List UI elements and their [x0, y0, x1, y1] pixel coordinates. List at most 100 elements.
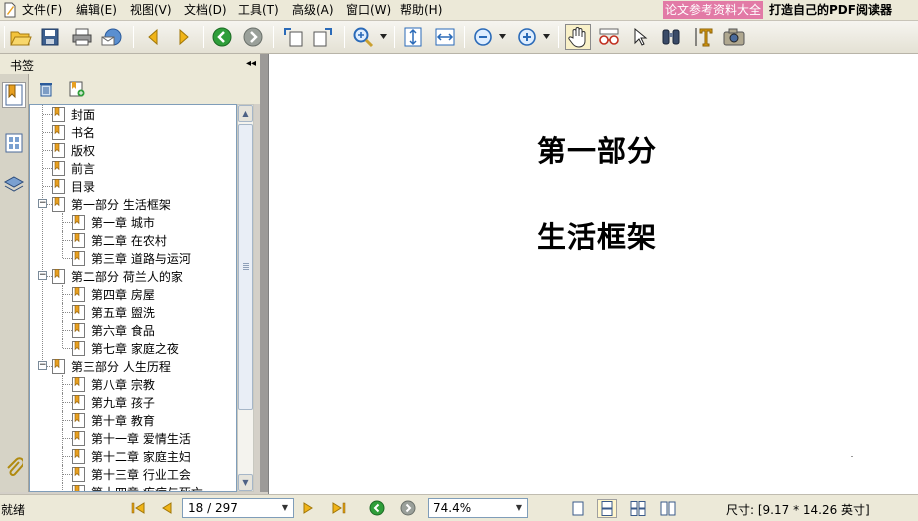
bookmark-icon — [72, 430, 85, 446]
bookmark-subitem[interactable]: 第九章 孩子 — [72, 393, 155, 411]
bookmarks-tab-icon[interactable] — [2, 82, 26, 108]
bookmark-subitem[interactable]: 第七章 家庭之夜 — [72, 339, 179, 357]
bookmark-subitem[interactable]: 第一章 城市 — [72, 213, 155, 231]
bookmark-subitem[interactable]: 第四章 房屋 — [72, 285, 155, 303]
prev-page-icon[interactable] — [159, 500, 175, 516]
menu-view[interactable]: 视图(V) — [130, 3, 172, 18]
hand-tool-icon[interactable] — [565, 24, 591, 50]
bookmark-subitem[interactable]: 第十四章 疾病与死亡 — [72, 483, 203, 491]
bookmark-item[interactable]: 书名 — [52, 123, 95, 141]
promo-link-papers[interactable]: 论文参考资料大全 — [663, 1, 763, 19]
bookmark-label: 第一章 城市 — [91, 215, 155, 230]
go-back-icon[interactable] — [209, 24, 235, 50]
zoom-in-icon[interactable] — [514, 24, 540, 50]
zoom-out-dropdown-icon[interactable] — [499, 34, 506, 39]
scroll-up-icon[interactable]: ▲ — [238, 105, 253, 122]
zoom-dropdown-icon[interactable] — [380, 34, 387, 39]
scroll-down-icon[interactable]: ▼ — [238, 474, 253, 491]
menu-file[interactable]: 文件(F) — [22, 3, 62, 18]
bookmark-icon — [72, 376, 85, 392]
rotate-cw-icon[interactable] — [310, 24, 336, 50]
menu-advanced[interactable]: 高级(A) — [292, 3, 334, 18]
zoom-in-dropdown-icon[interactable] — [543, 34, 550, 39]
facing-view-icon[interactable] — [628, 499, 648, 518]
two-page-view-icon[interactable] — [658, 499, 678, 518]
find-binoculars-icon[interactable] — [658, 24, 684, 50]
snapshot-icon[interactable] — [721, 24, 747, 50]
layers-tab-icon[interactable] — [2, 172, 26, 198]
bookmarks-tree: 封面 书名 版权 前言 目录第一部分 生活框架 − 第一章 城市 第二章 在农村 第三章 道路与… — [29, 104, 237, 492]
bookmark-label: 第八章 宗教 — [91, 377, 155, 392]
open-icon[interactable] — [8, 24, 34, 50]
collapse-toggle-icon[interactable]: − — [38, 271, 47, 280]
collapse-panel-icon[interactable]: ◂◂ — [244, 57, 258, 71]
bookmark-item[interactable]: 封面 — [52, 105, 95, 123]
page-size-text: 尺寸: [9.17 * 14.26 英寸] — [726, 503, 870, 517]
forward-icon[interactable] — [171, 24, 197, 50]
bookmark-subitem[interactable]: 第三章 道路与运河 — [72, 249, 191, 267]
email-icon[interactable] — [99, 24, 125, 50]
thumbnails-tab-icon[interactable] — [2, 130, 26, 156]
next-page-icon[interactable] — [300, 500, 316, 516]
collapse-toggle-icon[interactable]: − — [38, 361, 47, 370]
last-page-icon[interactable] — [331, 500, 347, 516]
text-select-icon[interactable] — [691, 24, 717, 50]
delete-bookmark-icon[interactable] — [37, 80, 55, 98]
promo-link-reader[interactable]: 打造自己的PDF阅读器 — [766, 1, 918, 19]
menu-document[interactable]: 文档(D) — [184, 3, 227, 18]
document-speck — [851, 456, 853, 457]
menu-help[interactable]: 帮助(H) — [400, 3, 442, 18]
zoom-field-dropdown-icon[interactable]: ▼ — [512, 500, 526, 516]
zoom-out-icon[interactable] — [470, 24, 496, 50]
select-arrow-icon[interactable] — [627, 24, 653, 50]
menu-window[interactable]: 窗口(W) — [346, 3, 391, 18]
reading-glasses-icon[interactable] — [596, 24, 622, 50]
bookmark-subitem[interactable]: 第十章 教育 — [72, 411, 155, 429]
go-forward-icon[interactable] — [240, 24, 266, 50]
bookmark-subitem[interactable]: 第二章 在农村 — [72, 231, 167, 249]
bookmark-subitem[interactable]: 第六章 食品 — [72, 321, 155, 339]
status-back-icon[interactable] — [369, 500, 385, 516]
bookmark-item[interactable]: 前言 — [52, 159, 95, 177]
first-page-icon[interactable] — [130, 500, 146, 516]
bookmark-subitem[interactable]: 第十三章 行业工会 — [72, 465, 191, 483]
attachments-tab-icon[interactable] — [2, 454, 26, 480]
fit-page-icon[interactable] — [400, 24, 426, 50]
bookmark-item[interactable]: 目录 — [52, 177, 95, 195]
bookmark-label: 第二章 在农村 — [91, 233, 167, 248]
page-number-field[interactable]: 18 / 297 ▼ — [182, 498, 294, 518]
bookmark-label: 第十一章 爱情生活 — [91, 431, 191, 446]
fit-width-icon[interactable] — [432, 24, 458, 50]
print-icon[interactable] — [69, 24, 95, 50]
status-forward-icon[interactable] — [400, 500, 416, 516]
bookmark-label: 第一部分 生活框架 — [71, 197, 171, 212]
scroll-thumb[interactable] — [238, 124, 253, 410]
collapse-toggle-icon[interactable]: − — [38, 199, 47, 208]
single-page-view-icon[interactable] — [568, 499, 588, 518]
bookmark-item[interactable]: 第二部分 荷兰人的家 — [52, 267, 183, 285]
back-icon[interactable] — [140, 24, 166, 50]
menu-tools[interactable]: 工具(T) — [238, 3, 279, 18]
bookmarks-scrollbar[interactable]: ▲ ▼ — [237, 104, 254, 492]
menu-edit[interactable]: 编辑(E) — [76, 3, 117, 18]
bookmark-item[interactable]: 第三部分 人生历程 — [52, 357, 171, 375]
bookmark-item[interactable]: 第一部分 生活框架 — [52, 195, 171, 213]
bookmark-item[interactable]: 版权 — [52, 141, 95, 159]
bookmark-subitem[interactable]: 第八章 宗教 — [72, 375, 155, 393]
bookmark-subitem[interactable]: 第十二章 家庭主妇 — [72, 447, 191, 465]
rotate-ccw-icon[interactable] — [280, 24, 306, 50]
bookmark-label: 第十三章 行业工会 — [91, 467, 191, 482]
bookmark-icon — [72, 286, 85, 302]
document-view[interactable]: 第一部分 生活框架 — [268, 54, 918, 494]
page-dropdown-icon[interactable]: ▼ — [278, 500, 292, 516]
panel-splitter[interactable] — [260, 54, 268, 492]
add-bookmark-icon[interactable] — [68, 80, 86, 98]
continuous-view-icon[interactable] — [597, 499, 617, 518]
bookmark-subitem[interactable]: 第十一章 爱情生活 — [72, 429, 191, 447]
zoom-icon[interactable] — [350, 24, 376, 50]
bookmark-label: 第六章 食品 — [91, 323, 155, 338]
zoom-field[interactable]: 74.4% ▼ — [428, 498, 528, 518]
bookmark-subitem[interactable]: 第五章 盥洗 — [72, 303, 155, 321]
save-icon[interactable] — [37, 24, 63, 50]
bookmark-icon — [72, 448, 85, 464]
